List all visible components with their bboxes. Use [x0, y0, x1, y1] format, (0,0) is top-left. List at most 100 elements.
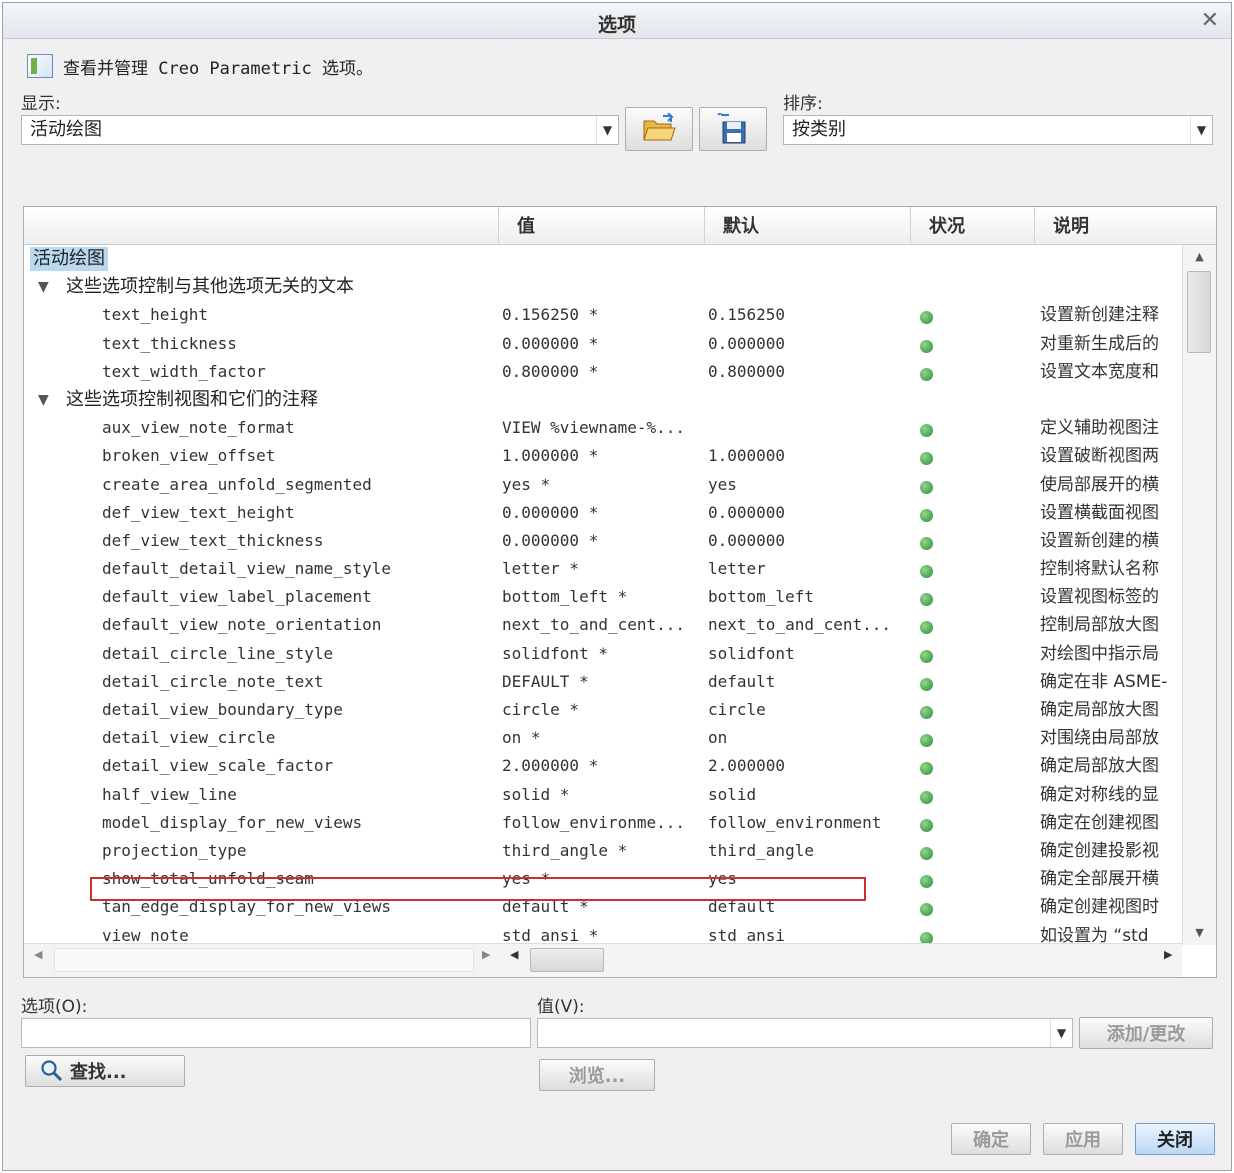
group-row[interactable]: ▼ 这些选项控制视图和它们的注释 [24, 386, 1182, 414]
option-name: broken_view_offset [102, 446, 276, 466]
table-row[interactable]: text_width_factor 0.800000 * 0.800000 设置文本宽… [24, 358, 1182, 386]
option-description: 设置视图标签的 [1040, 587, 1159, 608]
option-name: def_view_text_thickness [102, 530, 324, 550]
status-dot-icon [920, 452, 933, 466]
table-row-projection-type[interactable]: projection_type third_angle * third_angle 确… [24, 837, 1182, 865]
option-value: on * [502, 728, 541, 748]
sort-select[interactable]: 按类别 ▼ [783, 115, 1213, 145]
option-value: 0.000000 * [502, 333, 599, 353]
table-header: 值 默认 状况 说明 [24, 207, 1216, 245]
column-header-value[interactable]: 值 [498, 207, 704, 245]
category-row[interactable]: 活动绘图 [24, 245, 1182, 273]
status-dot-icon [920, 621, 933, 635]
option-default: solidfont [708, 643, 795, 663]
table-row[interactable]: tan_edge_display_for_new_views default * d… [24, 893, 1182, 921]
value-field-label: 值(V): [537, 997, 585, 1017]
option-value: 0.000000 * [502, 530, 599, 550]
option-description: 对绘图中指示局 [1040, 643, 1159, 664]
table-row[interactable]: detail_circle_line_style solidfont * solid… [24, 640, 1182, 668]
group-row[interactable]: ▼ 这些选项控制与其他选项无关的文本 [24, 273, 1182, 301]
chevron-down-icon[interactable]: ▼ [1050, 1019, 1072, 1047]
status-cell [920, 442, 940, 470]
collapse-triangle-icon[interactable]: ▼ [38, 273, 49, 301]
option-description: 使局部展开的横 [1040, 474, 1159, 495]
option-description: 设置文本宽度和 [1040, 361, 1159, 382]
chevron-down-icon[interactable]: ▼ [596, 116, 618, 144]
scroll-thumb[interactable] [1187, 271, 1211, 353]
chevron-down-icon[interactable]: ▼ [1190, 116, 1212, 144]
scroll-right-icon[interactable]: ▶ [482, 948, 490, 961]
option-description: 控制将默认名称 [1040, 559, 1159, 580]
status-cell [920, 301, 940, 329]
save-config-button[interactable] [699, 107, 767, 151]
table-row[interactable]: view_note std_ansi * std_ansi 如设置为 “std_ [24, 922, 1182, 946]
close-button[interactable]: 关闭 [1135, 1123, 1215, 1155]
name-column-scroll-thumb[interactable] [54, 948, 474, 972]
option-description: 确定对称线的显 [1040, 784, 1159, 805]
display-select[interactable]: 活动绘图 ▼ [21, 115, 619, 145]
option-default: solid [708, 784, 757, 804]
open-config-button[interactable] [625, 107, 693, 151]
option-name: detail_view_boundary_type [102, 700, 343, 719]
table-row[interactable]: broken_view_offset 1.000000 * 1.000000 设置破断… [24, 442, 1182, 470]
table-row[interactable]: detail_view_boundary_type circle * circle 确… [24, 696, 1182, 724]
value-select[interactable]: ▼ [537, 1018, 1073, 1048]
browse-button[interactable]: 浏览... [539, 1059, 655, 1091]
status-cell [920, 752, 940, 780]
group-title: 这些选项控制视图和它们的注释 [66, 388, 318, 410]
options-dialog: 选项 ✕ 查看并管理 Creo Parametric 选项。 显示: 活动绘图 … [2, 2, 1232, 1171]
option-description: 定义辅助视图注 [1040, 418, 1159, 439]
table-row[interactable]: aux_view_note_format VIEW %viewname-%... 定… [24, 414, 1182, 442]
option-value: 0.000000 * [502, 502, 599, 522]
scroll-left-icon[interactable]: ◀ [510, 948, 518, 961]
column-header-status[interactable]: 状况 [910, 207, 1034, 245]
table-row[interactable]: default_detail_view_name_style letter * le… [24, 555, 1182, 583]
add-change-button[interactable]: 添加/更改 [1079, 1017, 1213, 1049]
table-row[interactable]: detail_view_circle on * on 对围绕由局部放 [24, 724, 1182, 752]
window-title: 选项 [597, 14, 636, 36]
table-row[interactable]: default_view_label_placement bottom_left … [24, 583, 1182, 611]
table-row[interactable]: detail_circle_note_text DEFAULT * default 确… [24, 668, 1182, 696]
table-row[interactable]: text_height 0.156250 * 0.156250 设置新创建注释 [24, 301, 1182, 329]
table-row[interactable]: model_display_for_new_views follow_enviro… [24, 809, 1182, 837]
horizontal-scrollbar[interactable]: ◀ ▶ ◀ ▶ [24, 943, 1182, 977]
table-row[interactable]: text_thickness 0.000000 * 0.000000 对重新生成后的 [24, 330, 1182, 358]
option-name: half_view_line [102, 784, 237, 804]
collapse-triangle-icon[interactable]: ▼ [38, 386, 49, 414]
table-row[interactable]: def_view_text_height 0.000000 * 0.000000 设置… [24, 499, 1182, 527]
status-dot-icon [920, 903, 933, 917]
scroll-down-icon[interactable]: ▼ [1183, 921, 1216, 945]
table-row[interactable]: detail_view_scale_factor 2.000000 * 2.0000… [24, 752, 1182, 780]
scroll-right-icon[interactable]: ▶ [1164, 948, 1172, 961]
option-default: 1.000000 [708, 446, 786, 466]
table-row[interactable]: default_view_note_orientation next_to_and… [24, 611, 1182, 639]
option-input[interactable] [21, 1018, 531, 1048]
close-icon[interactable]: ✕ [1201, 8, 1219, 33]
category-label: 活动绘图 [30, 247, 108, 271]
apply-button[interactable]: 应用 [1043, 1123, 1123, 1155]
option-value: follow_environme... [502, 812, 686, 832]
scroll-thumb[interactable] [530, 948, 604, 972]
option-value: circle * [502, 700, 580, 719]
vertical-scrollbar[interactable]: ▲ ▼ [1182, 245, 1216, 945]
option-description: 确定在非 ASME- [1040, 671, 1168, 692]
status-cell [920, 837, 940, 865]
status-cell [920, 527, 940, 555]
option-description: 确定创建视图时 [1040, 897, 1159, 918]
column-header-description[interactable]: 说明 [1034, 207, 1218, 245]
table-row[interactable]: create_area_unfold_segmented yes * yes 使局部展… [24, 471, 1182, 499]
table-row[interactable]: def_view_text_thickness 0.000000 * 0.00000… [24, 527, 1182, 555]
status-cell [920, 611, 940, 639]
find-button[interactable]: 查找... [25, 1055, 185, 1087]
option-default: default [708, 897, 776, 917]
option-default [708, 414, 904, 442]
scroll-left-icon[interactable]: ◀ [34, 948, 42, 961]
table-row[interactable]: half_view_line solid * solid 确定对称线的显 [24, 781, 1182, 809]
status-dot-icon [920, 706, 933, 719]
scroll-up-icon[interactable]: ▲ [1183, 245, 1216, 269]
column-header-default[interactable]: 默认 [704, 207, 910, 245]
ok-button[interactable]: 确定 [951, 1123, 1031, 1155]
status-cell [920, 809, 940, 837]
option-value: next_to_and_cent... [502, 615, 686, 635]
table-row[interactable]: show_total_unfold_seam yes * yes 确定全部展开横 [24, 865, 1182, 893]
